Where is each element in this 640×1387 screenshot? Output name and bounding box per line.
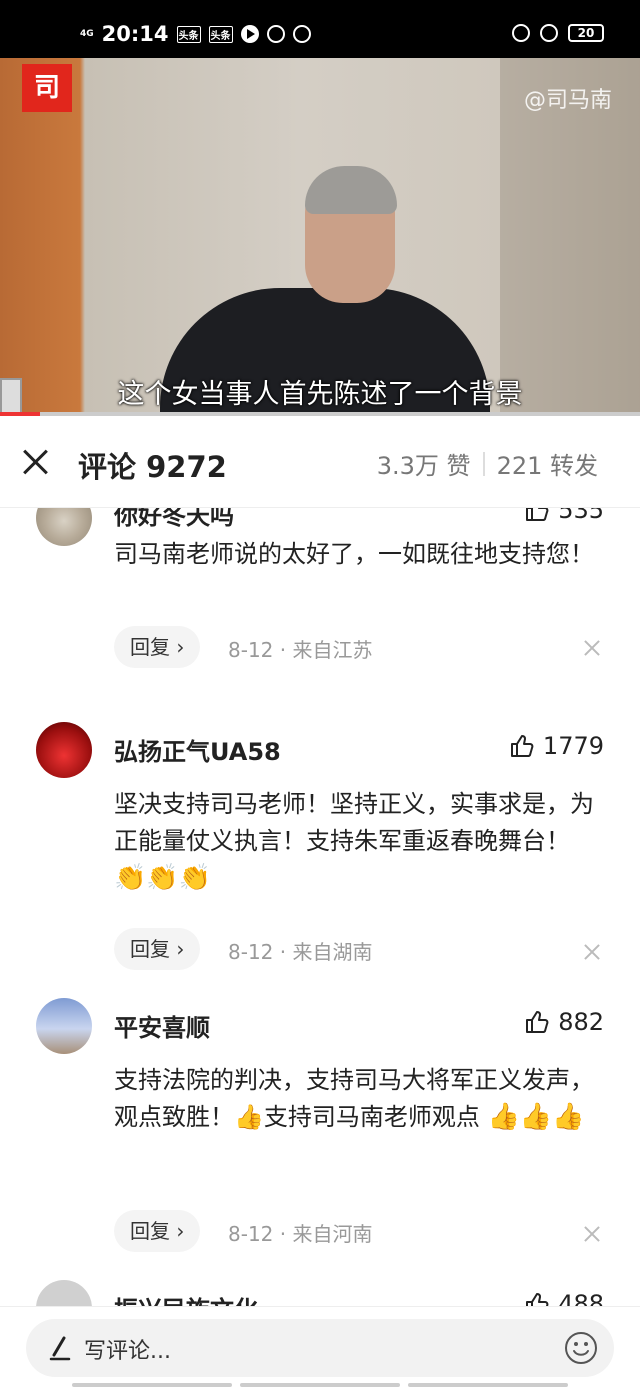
comment-text-block: 坚决支持司马老师！坚持正义，实事求是，为正能量仗义执言！支持朱军重返春晚舞台！ … — [114, 786, 614, 897]
alarm-icon — [512, 24, 530, 42]
pen-icon — [49, 1336, 71, 1361]
comment-date: 8-12 — [228, 638, 274, 662]
comment-text: 司马南老师说的太好了，一如既往地支持您！ — [114, 540, 594, 568]
play-icon — [240, 25, 259, 43]
comment-input-bar: 写评论... — [0, 1306, 640, 1387]
like-button[interactable]: 882 — [524, 1008, 604, 1036]
reply-label: 回复 — [130, 1219, 170, 1243]
reply-button[interactable]: 回复 › — [114, 928, 201, 970]
comment-username[interactable]: 你好冬天吗 — [114, 508, 234, 531]
avatar[interactable] — [36, 1280, 92, 1306]
battery-icon: 20 — [568, 24, 604, 42]
avatar[interactable] — [36, 508, 92, 546]
comment-placeholder: 写评论... — [84, 1339, 171, 1364]
comment-location: 来自湖南 — [292, 940, 373, 964]
like-count: 535 — [558, 508, 604, 524]
comment-item: 平安喜顺 882 支持法院的判决，支持司马大将军正义发声，观点致胜！👍支持司马南… — [0, 998, 640, 1258]
likes-count: 3.3万 赞 — [376, 452, 471, 480]
dismiss-icon[interactable] — [584, 1226, 600, 1242]
comment-location: 来自河南 — [292, 1222, 373, 1246]
gesture-bar — [72, 1383, 568, 1387]
video-person — [305, 166, 397, 214]
reply-button[interactable]: 回复 › — [114, 626, 201, 668]
comment-text: 坚决支持司马老师！坚持正义，实事求是，为正能量仗义执言！支持朱军重返春晚舞台！ — [114, 790, 594, 855]
avatar[interactable] — [36, 998, 92, 1054]
thumbs-up-emoji: 👍👍👍 — [487, 1102, 585, 1132]
video-subtitle: 这个女当事人首先陈述了一个背景 — [117, 379, 523, 410]
status-bar: 4G 20:14 头条 头条 20 — [0, 0, 640, 58]
thumb-up-icon — [526, 1293, 549, 1306]
channel-logo: 司 — [22, 64, 72, 112]
reply-button[interactable]: 回复 › — [114, 1210, 201, 1252]
comment-username[interactable]: 振兴民族文化 — [114, 1290, 258, 1306]
compass-icon — [266, 25, 285, 43]
dismiss-icon[interactable] — [584, 944, 600, 960]
comment-input[interactable]: 写评论... — [26, 1319, 614, 1377]
clap-emoji: 👏👏👏 — [114, 863, 212, 893]
divider — [482, 451, 485, 476]
comment-item: 你好冬天吗 535 司马南老师说的太好了，一如既往地支持您！ 回复 › 8-12… — [0, 508, 640, 696]
network-indicator: 4G — [80, 28, 94, 39]
comment-username[interactable]: 平安喜顺 — [114, 1008, 210, 1043]
comment-username[interactable]: 弘扬正气UA58 — [114, 732, 281, 767]
mute-icon — [540, 24, 558, 42]
like-button[interactable]: 488 — [524, 1290, 604, 1306]
like-count: 488 — [558, 1290, 604, 1306]
thumb-up-icon — [510, 735, 534, 757]
video-stats: 3.3万 赞 221 转发 — [377, 446, 598, 481]
app-badge: 头条 — [176, 25, 201, 43]
comments-header: 评论 9272 3.3万 赞 221 转发 — [0, 416, 640, 508]
video-watermark: @司马南 — [523, 88, 612, 113]
comment-location: 来自江苏 — [292, 638, 373, 662]
emoji-icon[interactable] — [564, 1331, 598, 1365]
comment-meta: 8-12 · 来自河南 — [228, 1222, 373, 1246]
comments-title: 评论 9272 — [78, 450, 227, 484]
thumb-up-icon — [526, 1011, 549, 1033]
thumb-up-icon — [526, 508, 549, 521]
comment-date: 8-12 — [228, 940, 274, 964]
reply-label: 回复 — [130, 635, 170, 659]
comment-item: 振兴民族文化 488 — [0, 1280, 640, 1306]
like-button[interactable]: 535 — [524, 508, 604, 524]
comment-date: 8-12 — [228, 1222, 274, 1246]
like-count: 1779 — [542, 732, 604, 760]
comment-list[interactable]: 你好冬天吗 535 司马南老师说的太好了，一如既往地支持您！ 回复 › 8-12… — [0, 508, 640, 1306]
video-player[interactable]: 司 @司马南 这个女当事人首先陈述了一个背景 — [0, 58, 640, 416]
like-count: 882 — [558, 1008, 604, 1036]
avatar[interactable] — [36, 722, 92, 778]
close-icon[interactable] — [22, 448, 50, 476]
comment-item: 弘扬正气UA58 1779 坚决支持司马老师！坚持正义，实事求是，为正能量仗义执… — [0, 722, 640, 982]
shares-count: 221 转发 — [496, 452, 598, 480]
clock: 20:14 — [101, 22, 169, 46]
dismiss-icon[interactable] — [584, 640, 600, 656]
app-badge: 头条 — [208, 25, 233, 43]
comment-meta: 8-12 · 来自江苏 — [228, 638, 373, 662]
comment-meta: 8-12 · 来自湖南 — [228, 940, 373, 964]
reply-label: 回复 — [130, 937, 170, 961]
compass-icon — [292, 25, 311, 43]
comment-text-block: 支持法院的判决，支持司马大将军正义发声，观点致胜！👍支持司马南老师观点 👍👍👍 — [114, 1062, 614, 1136]
like-button[interactable]: 1779 — [509, 732, 604, 760]
